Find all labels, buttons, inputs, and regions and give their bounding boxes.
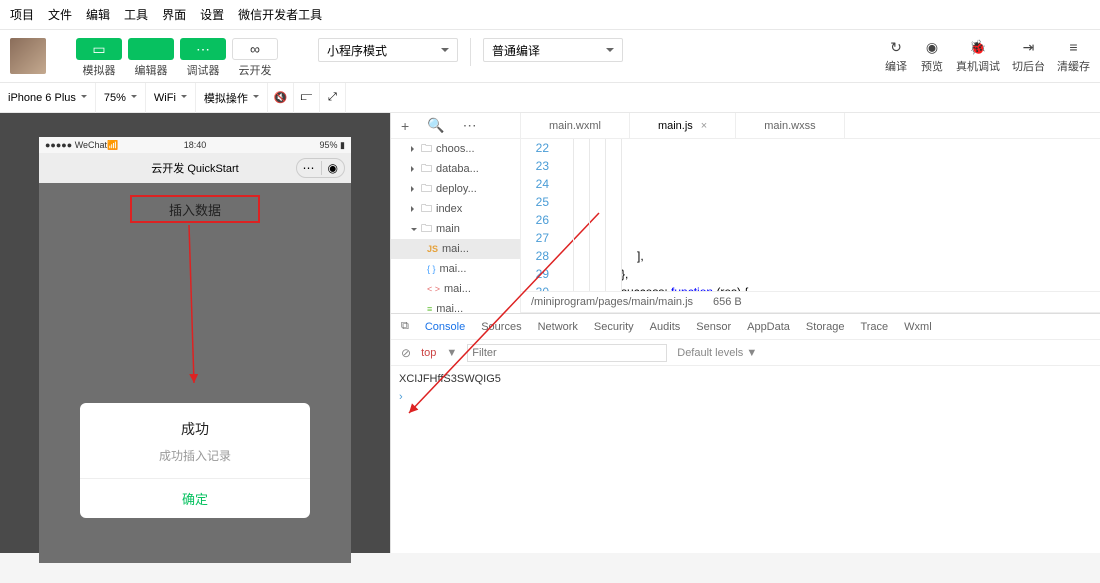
mock-select[interactable]: 模拟操作 (196, 83, 268, 113)
close-tab-icon[interactable]: × (701, 120, 707, 132)
device-select[interactable]: iPhone 6 Plus (0, 83, 96, 113)
phone-statusbar: ●●●●● WeChat📶 18:40 95% ▮ (39, 137, 351, 153)
devtools-tab-Network[interactable]: Network (538, 321, 578, 333)
phone-frame: ●●●●● WeChat📶 18:40 95% ▮ 云开发 QuickStart… (39, 137, 351, 563)
mode-select[interactable]: 小程序模式 (318, 38, 458, 62)
tool-预览[interactable]: ◉预览 (920, 38, 944, 74)
menu-文件[interactable]: 文件 (48, 6, 72, 23)
filter-input[interactable] (467, 344, 667, 362)
tree-deploy...[interactable]: deploy... (391, 179, 520, 199)
file-tree-toolbar: + 🔍 ⋯ (391, 113, 520, 139)
devtools-tab-Storage[interactable]: Storage (806, 321, 845, 333)
context-select[interactable]: top (421, 347, 436, 359)
layout-icon[interactable]: ⫍ (294, 83, 320, 113)
tool-group-right: ↻编译 ◉预览 🐞真机调试 ⇥切后台 ≡清缓存 (884, 38, 1090, 74)
file-tree: + 🔍 ⋯ choos...databa...deploy...indexmai… (391, 113, 521, 313)
modal-content: 成功插入记录 (80, 447, 310, 464)
simulator-bar: iPhone 6 Plus 75% WiFi 模拟操作 🔇 ⫍ ⤢ (0, 83, 1100, 113)
toolbar: ▭模拟器编辑器⋯调试器∞云开发 小程序模式 普通编译 ↻编译 ◉预览 🐞真机调试 ⇥切… (0, 30, 1100, 83)
clear-console-icon[interactable]: ⊘ (401, 346, 411, 360)
compile-select[interactable]: 普通编译 (483, 38, 623, 62)
tab-main.wxss[interactable]: main.wxss (736, 113, 844, 138)
devtools-tab-Sensor[interactable]: Sensor (696, 321, 731, 333)
phone-time: 18:40 (184, 140, 207, 150)
devtools-tab-Trace[interactable]: Trace (860, 321, 888, 333)
detach-icon[interactable]: ⤢ (320, 83, 346, 113)
inspect-icon[interactable]: ⧉ (401, 320, 409, 333)
tree-mai...[interactable]: { }mai... (391, 259, 520, 279)
menu-微信开发者工具[interactable]: 微信开发者工具 (238, 6, 322, 23)
main: ●●●●● WeChat📶 18:40 95% ▮ 云开发 QuickStart… (0, 113, 1100, 553)
tool-group-main: ▭模拟器编辑器⋯调试器∞云开发 (76, 38, 278, 78)
menu-界面[interactable]: 界面 (162, 6, 186, 23)
devtools-tab-Audits[interactable]: Audits (650, 321, 681, 333)
mute-icon[interactable]: 🔇 (268, 83, 294, 113)
tool-调试器[interactable]: ⋯调试器 (180, 38, 226, 78)
editor-area: + 🔍 ⋯ choos...databa...deploy...indexmai… (390, 113, 1100, 553)
tree-mai...[interactable]: JSmai... (391, 239, 520, 259)
tree-main[interactable]: main (391, 219, 520, 239)
tree-mai...[interactable]: < >mai... (391, 279, 520, 299)
simulator: ●●●●● WeChat📶 18:40 95% ▮ 云开发 QuickStart… (0, 113, 390, 553)
tree-choos...[interactable]: choos... (391, 139, 520, 159)
menu-工具[interactable]: 工具 (124, 6, 148, 23)
tab-main.js[interactable]: main.js× (630, 113, 736, 138)
console-filter-bar: ⊘ top ▼ Default levels ▼ (391, 340, 1100, 366)
devtools-tab-Sources[interactable]: Sources (481, 321, 521, 333)
modal-ok-button[interactable]: 确定 (80, 478, 310, 518)
devtools-tabs: ⧉ Console Sources Network Security Audits Sen… (391, 314, 1100, 340)
menu-编辑[interactable]: 编辑 (86, 6, 110, 23)
tool-编辑器[interactable]: 编辑器 (128, 38, 174, 78)
add-file-icon[interactable]: + (401, 118, 409, 134)
breadcrumb: /miniprogram/pages/main/main.js 656 B (521, 291, 1100, 313)
tool-真机调试[interactable]: 🐞真机调试 (956, 38, 1000, 74)
tab-main.wxml[interactable]: main.wxml (521, 113, 630, 138)
network-select[interactable]: WiFi (146, 83, 196, 113)
tool-云开发[interactable]: ∞云开发 (232, 38, 278, 78)
modal: 成功 成功插入记录 确定 (80, 403, 310, 518)
tree-index[interactable]: index (391, 199, 520, 219)
zoom-select[interactable]: 75% (96, 83, 146, 113)
levels-select[interactable]: Default levels ▼ (677, 347, 757, 359)
avatar[interactable] (10, 38, 46, 74)
menu-项目[interactable]: 项目 (10, 6, 34, 23)
search-icon[interactable]: 🔍 (427, 117, 444, 134)
more-icon[interactable]: ⋯ (463, 117, 477, 134)
tool-切后台[interactable]: ⇥切后台 (1012, 38, 1045, 74)
page-title: 云开发 QuickStart (151, 160, 238, 176)
devtools: ⧉ Console Sources Network Security Audits Sen… (391, 313, 1100, 553)
capsule[interactable]: ⋯◉ (296, 158, 345, 178)
tool-模拟器[interactable]: ▭模拟器 (76, 38, 122, 78)
console-output: XCIJFHffS3SWQIG5 › (391, 366, 1100, 553)
devtools-tab-Console[interactable]: Console (425, 321, 465, 333)
insert-data-button[interactable]: 插入数据 (130, 195, 260, 223)
devtools-tab-Wxml[interactable]: Wxml (904, 321, 932, 333)
devtools-tab-Security[interactable]: Security (594, 321, 634, 333)
console-log-line: XCIJFHffS3SWQIG5 (399, 370, 1092, 388)
tree-databa...[interactable]: databa... (391, 159, 520, 179)
devtools-tab-AppData[interactable]: AppData (747, 321, 790, 333)
code-pane: main.wxmlmain.js×main.wxss 2223242526272… (521, 113, 1100, 313)
modal-title: 成功 (80, 419, 310, 439)
menubar: 项目文件编辑工具界面设置微信开发者工具 (0, 0, 1100, 30)
menu-设置[interactable]: 设置 (200, 6, 224, 23)
phone-body: 插入数据 成功 成功插入记录 确定 (39, 183, 351, 563)
code-editor[interactable]: 22232425262728293031 ],},success: functi… (521, 139, 1100, 291)
editor-tabs: main.wxmlmain.js×main.wxss (521, 113, 1100, 139)
tool-清缓存[interactable]: ≡清缓存 (1057, 38, 1090, 74)
tool-编译[interactable]: ↻编译 (884, 38, 908, 74)
phone-navbar: 云开发 QuickStart ⋯◉ (39, 153, 351, 183)
console-prompt[interactable]: › (399, 391, 403, 403)
